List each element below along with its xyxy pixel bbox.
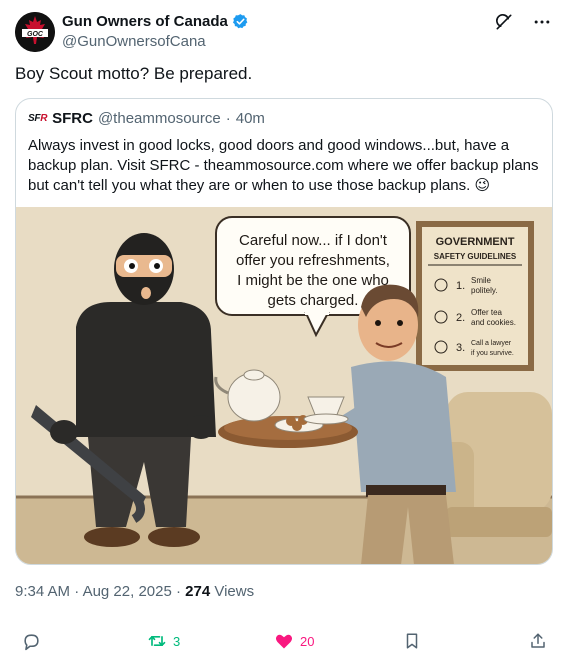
sfrc-logo-icon: SFR bbox=[28, 113, 47, 124]
quote-illustration[interactable]: Careful now... if I don't offer you refr… bbox=[16, 207, 552, 565]
action-bar: 3 20 bbox=[0, 624, 568, 658]
post-timestamp: 9:34 AM · Aug 22, 2025 · 274 Views bbox=[15, 583, 255, 600]
quote-header: SFR SFRC @theammosource · 40m bbox=[28, 110, 265, 127]
sign-item-1-line-2: politely. bbox=[471, 286, 498, 295]
sign-title-1: GOVERNMENT bbox=[436, 236, 515, 248]
author-info: Gun Owners of Canada @GunOwnersofCana bbox=[62, 11, 249, 50]
reply-icon bbox=[24, 633, 39, 650]
bookmark-button[interactable] bbox=[403, 624, 421, 658]
quoted-post[interactable]: SFR SFRC @theammosource · 40m Always inv… bbox=[15, 98, 553, 565]
bookmark-icon bbox=[406, 633, 418, 649]
author-avatar[interactable]: GOC bbox=[15, 12, 55, 52]
post-date[interactable]: Aug 22, 2025 bbox=[83, 583, 172, 600]
like-button[interactable]: 20 bbox=[274, 624, 314, 658]
sign-item-3-line-1: Call a lawyer bbox=[471, 340, 512, 347]
bubble-line-2: offer you refreshments, bbox=[236, 252, 390, 269]
bubble-line-4: gets charged. bbox=[268, 292, 359, 309]
sign-item-1-line-1: Smile bbox=[471, 276, 492, 285]
repost-icon bbox=[148, 636, 166, 646]
quote-body: Always invest in good locks, good doors … bbox=[28, 137, 539, 194]
verified-badge-icon bbox=[232, 13, 248, 28]
sign-item-2-line-2: and cookies. bbox=[471, 318, 516, 327]
top-actions bbox=[494, 12, 552, 32]
more-options-icon[interactable] bbox=[532, 12, 552, 32]
views-label: Views bbox=[214, 583, 255, 600]
views-count: 274 bbox=[185, 583, 211, 600]
sign-item-2-line-1: Offer tea bbox=[471, 308, 503, 317]
sign-item-3-line-2: if you survive. bbox=[471, 350, 514, 357]
author-name[interactable]: Gun Owners of Canada bbox=[62, 13, 228, 30]
safety-guidelines-sign: GOVERNMENT SAFETY GUIDELINES 1. Smile po… bbox=[416, 221, 534, 371]
sfrc-logo-text-a: SF bbox=[28, 113, 41, 124]
sign-item-2-num: 2. bbox=[456, 312, 465, 324]
goc-logo-icon: GOC bbox=[15, 12, 55, 52]
sign-item-1-num: 1. bbox=[456, 280, 465, 292]
share-icon bbox=[531, 633, 545, 648]
quote-author-name[interactable]: SFRC bbox=[52, 110, 93, 127]
share-button[interactable] bbox=[529, 624, 547, 658]
sign-item-3-num: 3. bbox=[456, 342, 465, 354]
quote-separator: · bbox=[225, 110, 231, 127]
repost-button[interactable]: 3 bbox=[147, 624, 180, 658]
author-handle[interactable]: @GunOwnersofCana bbox=[62, 33, 249, 50]
post-text: Boy Scout motto? Be prepared. bbox=[15, 64, 253, 83]
quote-author-handle[interactable]: @theammosource bbox=[98, 110, 221, 127]
sfrc-logo-text-b: R bbox=[40, 113, 48, 124]
like-count: 20 bbox=[300, 633, 315, 649]
sign-title-2: SAFETY GUIDELINES bbox=[434, 252, 517, 261]
repost-count: 3 bbox=[173, 633, 181, 649]
reply-button[interactable] bbox=[22, 624, 41, 658]
grok-icon[interactable] bbox=[494, 12, 514, 32]
heart-filled-icon bbox=[275, 634, 293, 649]
quote-time[interactable]: 40m bbox=[236, 110, 265, 127]
bubble-line-3: I might be the one who bbox=[237, 272, 389, 289]
bubble-line-1: Careful now... if I don't bbox=[239, 232, 388, 249]
post-time[interactable]: 9:34 AM bbox=[15, 583, 70, 600]
avatar-text: GOC bbox=[27, 31, 44, 38]
